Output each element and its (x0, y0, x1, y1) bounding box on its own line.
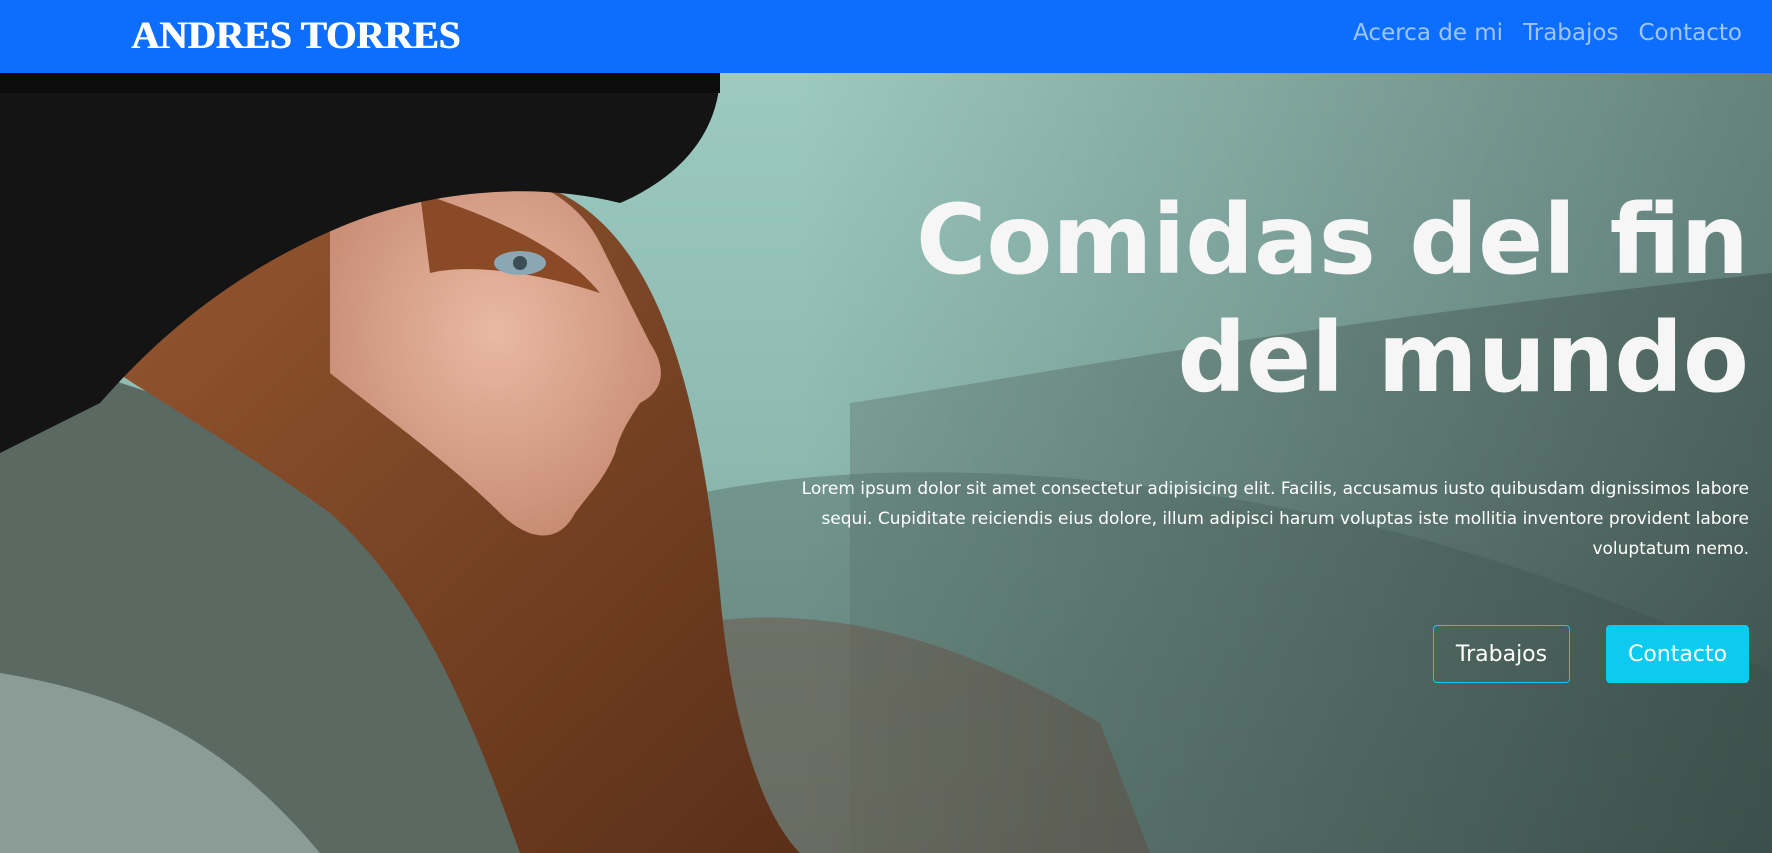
hero-section: Comidas del fin del mundo Lorem ipsum do… (0, 73, 1772, 853)
hero-description: Lorem ipsum dolor sit amet consectetur a… (801, 479, 1749, 559)
nav-links: Acerca de mi Trabajos Contacto (1353, 17, 1742, 49)
nav-link-trabajos[interactable]: Trabajos (1523, 17, 1618, 49)
brand-logo[interactable]: ANDRES TORRES (131, 12, 460, 60)
navbar: ANDRES TORRES Acerca de mi Trabajos Cont… (0, 0, 1772, 73)
hero-title: Comidas del fin del mundo (915, 184, 1749, 414)
nav-link-acerca[interactable]: Acerca de mi (1353, 17, 1503, 49)
trabajos-button[interactable]: Trabajos (1433, 625, 1570, 683)
contacto-button[interactable]: Contacto (1606, 625, 1749, 683)
nav-link-contacto[interactable]: Contacto (1638, 17, 1742, 49)
